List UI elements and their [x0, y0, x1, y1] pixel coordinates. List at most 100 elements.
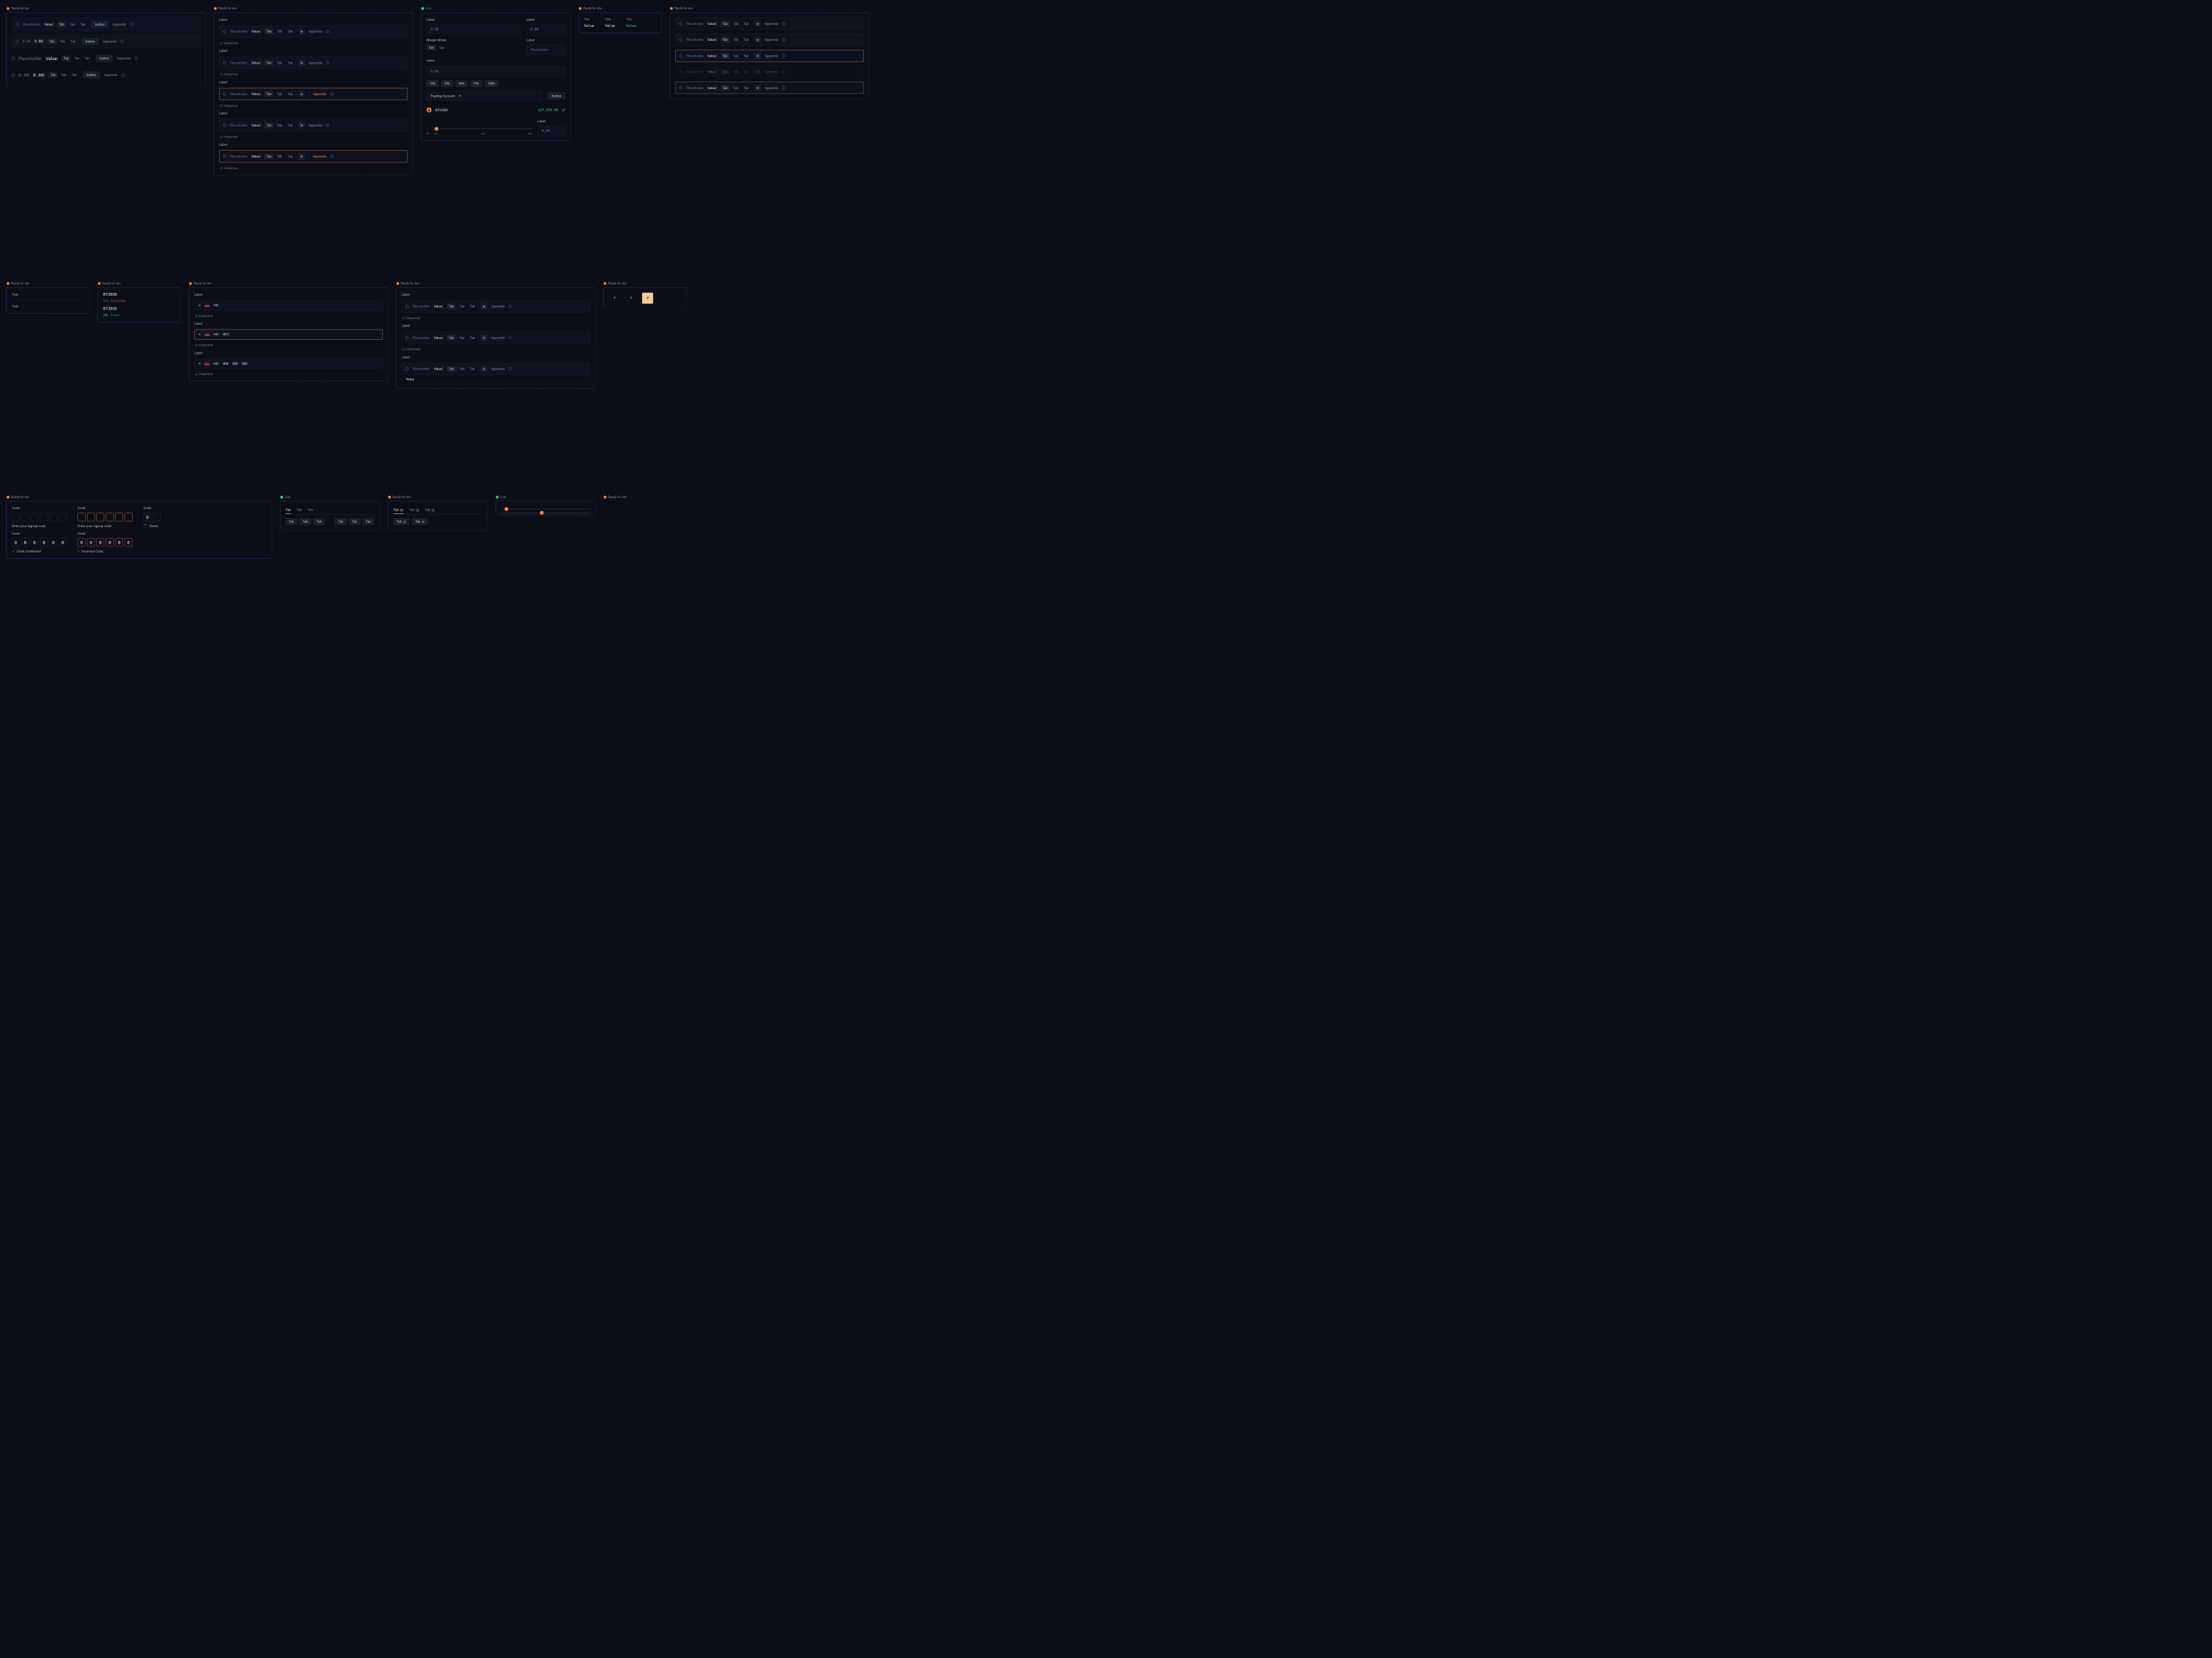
- input-row[interactable]: PlaceholderValueTabTabTabAppendix: [675, 34, 864, 46]
- input-row-borderless[interactable]: 0.00 0.00 TabTabTab button Appendix: [12, 68, 200, 81]
- tab[interactable]: Tab: [62, 55, 71, 61]
- tab[interactable]: Tab: [70, 72, 79, 77]
- phone-input[interactable]: +61: [194, 301, 383, 310]
- input-row-focused[interactable]: PlaceholderValue TabTabTab Appendix: [219, 88, 408, 100]
- input-row[interactable]: PlaceholderValueTabTabTabAppendix: [401, 332, 590, 344]
- button[interactable]: button: [548, 93, 565, 99]
- input-row-focused[interactable]: PlaceholderValue TabTabTab Appendix: [219, 151, 408, 163]
- tab[interactable]: Tab: [68, 39, 78, 44]
- pct-button[interactable]: 10%: [426, 80, 439, 87]
- tab[interactable]: Tab0: [393, 506, 404, 514]
- tab[interactable]: Tab: [58, 39, 68, 44]
- margin-tab[interactable]: Tab: [426, 45, 436, 50]
- tab-pill[interactable]: Tab: [299, 518, 311, 525]
- tab[interactable]: Tab: [296, 506, 302, 514]
- tab[interactable]: Tab: [57, 21, 66, 27]
- hash-button[interactable]: #: [625, 293, 636, 304]
- chevron-down-icon[interactable]: [198, 334, 200, 335]
- code-digit[interactable]: [87, 513, 95, 521]
- code-digit[interactable]: [12, 513, 19, 521]
- tab-pill[interactable]: Tab0: [412, 518, 428, 525]
- amount-input[interactable]: 0.00: [527, 24, 565, 34]
- pct-button[interactable]: 25%: [441, 80, 453, 87]
- amount-input[interactable]: 0.00: [426, 66, 565, 76]
- chevron-down-icon[interactable]: [198, 305, 200, 306]
- pct-button[interactable]: 50%: [455, 80, 468, 87]
- code-digit[interactable]: [59, 513, 66, 521]
- input-row[interactable]: PlaceholderValueTabTabTabAppendix: [402, 363, 590, 375]
- input-row-borderless[interactable]: Placeholder Value TabTabTab button Appen…: [12, 52, 200, 64]
- icon-button[interactable]: [299, 28, 305, 35]
- phone-input[interactable]: +61400000000: [194, 359, 383, 368]
- margin-tab[interactable]: Tab: [437, 45, 446, 50]
- code-digit[interactable]: 0: [12, 538, 19, 546]
- icon-button[interactable]: [299, 59, 305, 66]
- input-row[interactable]: PlaceholderValue TabTabTab Appendix: [219, 26, 408, 38]
- amount-input[interactable]: 0.00: [426, 24, 521, 34]
- phone-input-focused[interactable]: +61401: [194, 330, 383, 340]
- code-digit[interactable]: 0: [106, 538, 113, 546]
- tab-pill[interactable]: Tab0: [393, 518, 410, 525]
- button[interactable]: button: [82, 38, 99, 45]
- tab-pill[interactable]: Tab: [285, 518, 297, 525]
- code-digit[interactable]: 0: [97, 538, 104, 546]
- tab[interactable]: Tab: [59, 72, 68, 77]
- tab[interactable]: Tab0: [409, 506, 419, 514]
- code-digit[interactable]: [40, 513, 48, 521]
- swap-icon[interactable]: ⇄: [562, 108, 565, 112]
- button[interactable]: button: [96, 55, 113, 61]
- code-digit[interactable]: [21, 513, 29, 521]
- input-row[interactable]: PlaceholderValueTabTabTabAppendix: [401, 301, 590, 313]
- input-row[interactable]: Placeholder Value TabTabTab button Appen…: [12, 18, 200, 31]
- hash-button[interactable]: #: [609, 293, 620, 304]
- code-digit[interactable]: [106, 513, 113, 521]
- tab-pill[interactable]: Tab: [349, 518, 361, 525]
- leverage-slider[interactable]: [434, 126, 532, 131]
- tab[interactable]: Tab: [82, 55, 92, 61]
- code-digit[interactable]: 0: [50, 538, 57, 546]
- code-digit[interactable]: [124, 513, 132, 521]
- tab[interactable]: Tab0: [425, 506, 435, 514]
- tab[interactable]: Tab: [68, 21, 77, 27]
- input-row-focused[interactable]: PlaceholderValueTabTabTabAppendix: [675, 50, 864, 62]
- tab[interactable]: Tab: [78, 21, 88, 27]
- code-digit[interactable]: [50, 513, 57, 521]
- button[interactable]: button: [91, 21, 108, 28]
- code-digit[interactable]: 0: [30, 538, 38, 546]
- code-digit[interactable]: [30, 513, 38, 521]
- code-digit[interactable]: 0: [59, 538, 66, 546]
- tab-pill[interactable]: Tab: [363, 518, 375, 525]
- icon-button[interactable]: [299, 153, 305, 160]
- code-digit[interactable]: [153, 513, 160, 521]
- hash-button-active[interactable]: #: [642, 293, 653, 304]
- tab[interactable]: Tab: [72, 55, 82, 61]
- pct-button[interactable]: 75%: [470, 80, 482, 87]
- input-row[interactable]: PlaceholderValueTabTabTabAppendix: [675, 18, 864, 30]
- amount-input[interactable]: 0.00: [538, 126, 565, 135]
- code-digit[interactable]: 0: [40, 538, 48, 546]
- code-digit[interactable]: [77, 513, 85, 521]
- code-digit[interactable]: 0: [115, 538, 123, 546]
- account-select[interactable]: Trading Account: [426, 91, 542, 101]
- placeholder-input[interactable]: Placeholder: [527, 45, 565, 55]
- code-digit[interactable]: [97, 513, 104, 521]
- button[interactable]: button: [83, 71, 100, 78]
- code-digit[interactable]: 0: [77, 538, 85, 546]
- tab[interactable]: Tab: [48, 72, 58, 77]
- input-row[interactable]: 0.00 0.00 TabTabTab button Appendix: [12, 35, 200, 48]
- code-digit[interactable]: 0: [87, 538, 95, 546]
- icon-button[interactable]: [299, 91, 305, 97]
- pct-button[interactable]: 100%: [484, 80, 498, 87]
- tab-pill[interactable]: Tab: [313, 518, 325, 525]
- chevron-down-icon[interactable]: [198, 363, 200, 364]
- close-icon[interactable]: ×: [426, 131, 428, 135]
- input-row[interactable]: PlaceholderValue TabTabTab Appendix: [219, 119, 408, 131]
- input-row-error[interactable]: PlaceholderValueTabTabTabAppendix: [675, 82, 864, 94]
- input-row[interactable]: PlaceholderValue TabTabTab Appendix: [219, 57, 408, 69]
- code-digit[interactable]: 0: [144, 513, 151, 521]
- tab[interactable]: Tab: [308, 506, 313, 514]
- icon-button[interactable]: [299, 122, 305, 128]
- tab[interactable]: Tab: [285, 506, 291, 514]
- tab-pill[interactable]: Tab: [335, 518, 347, 525]
- code-digit[interactable]: [115, 513, 123, 521]
